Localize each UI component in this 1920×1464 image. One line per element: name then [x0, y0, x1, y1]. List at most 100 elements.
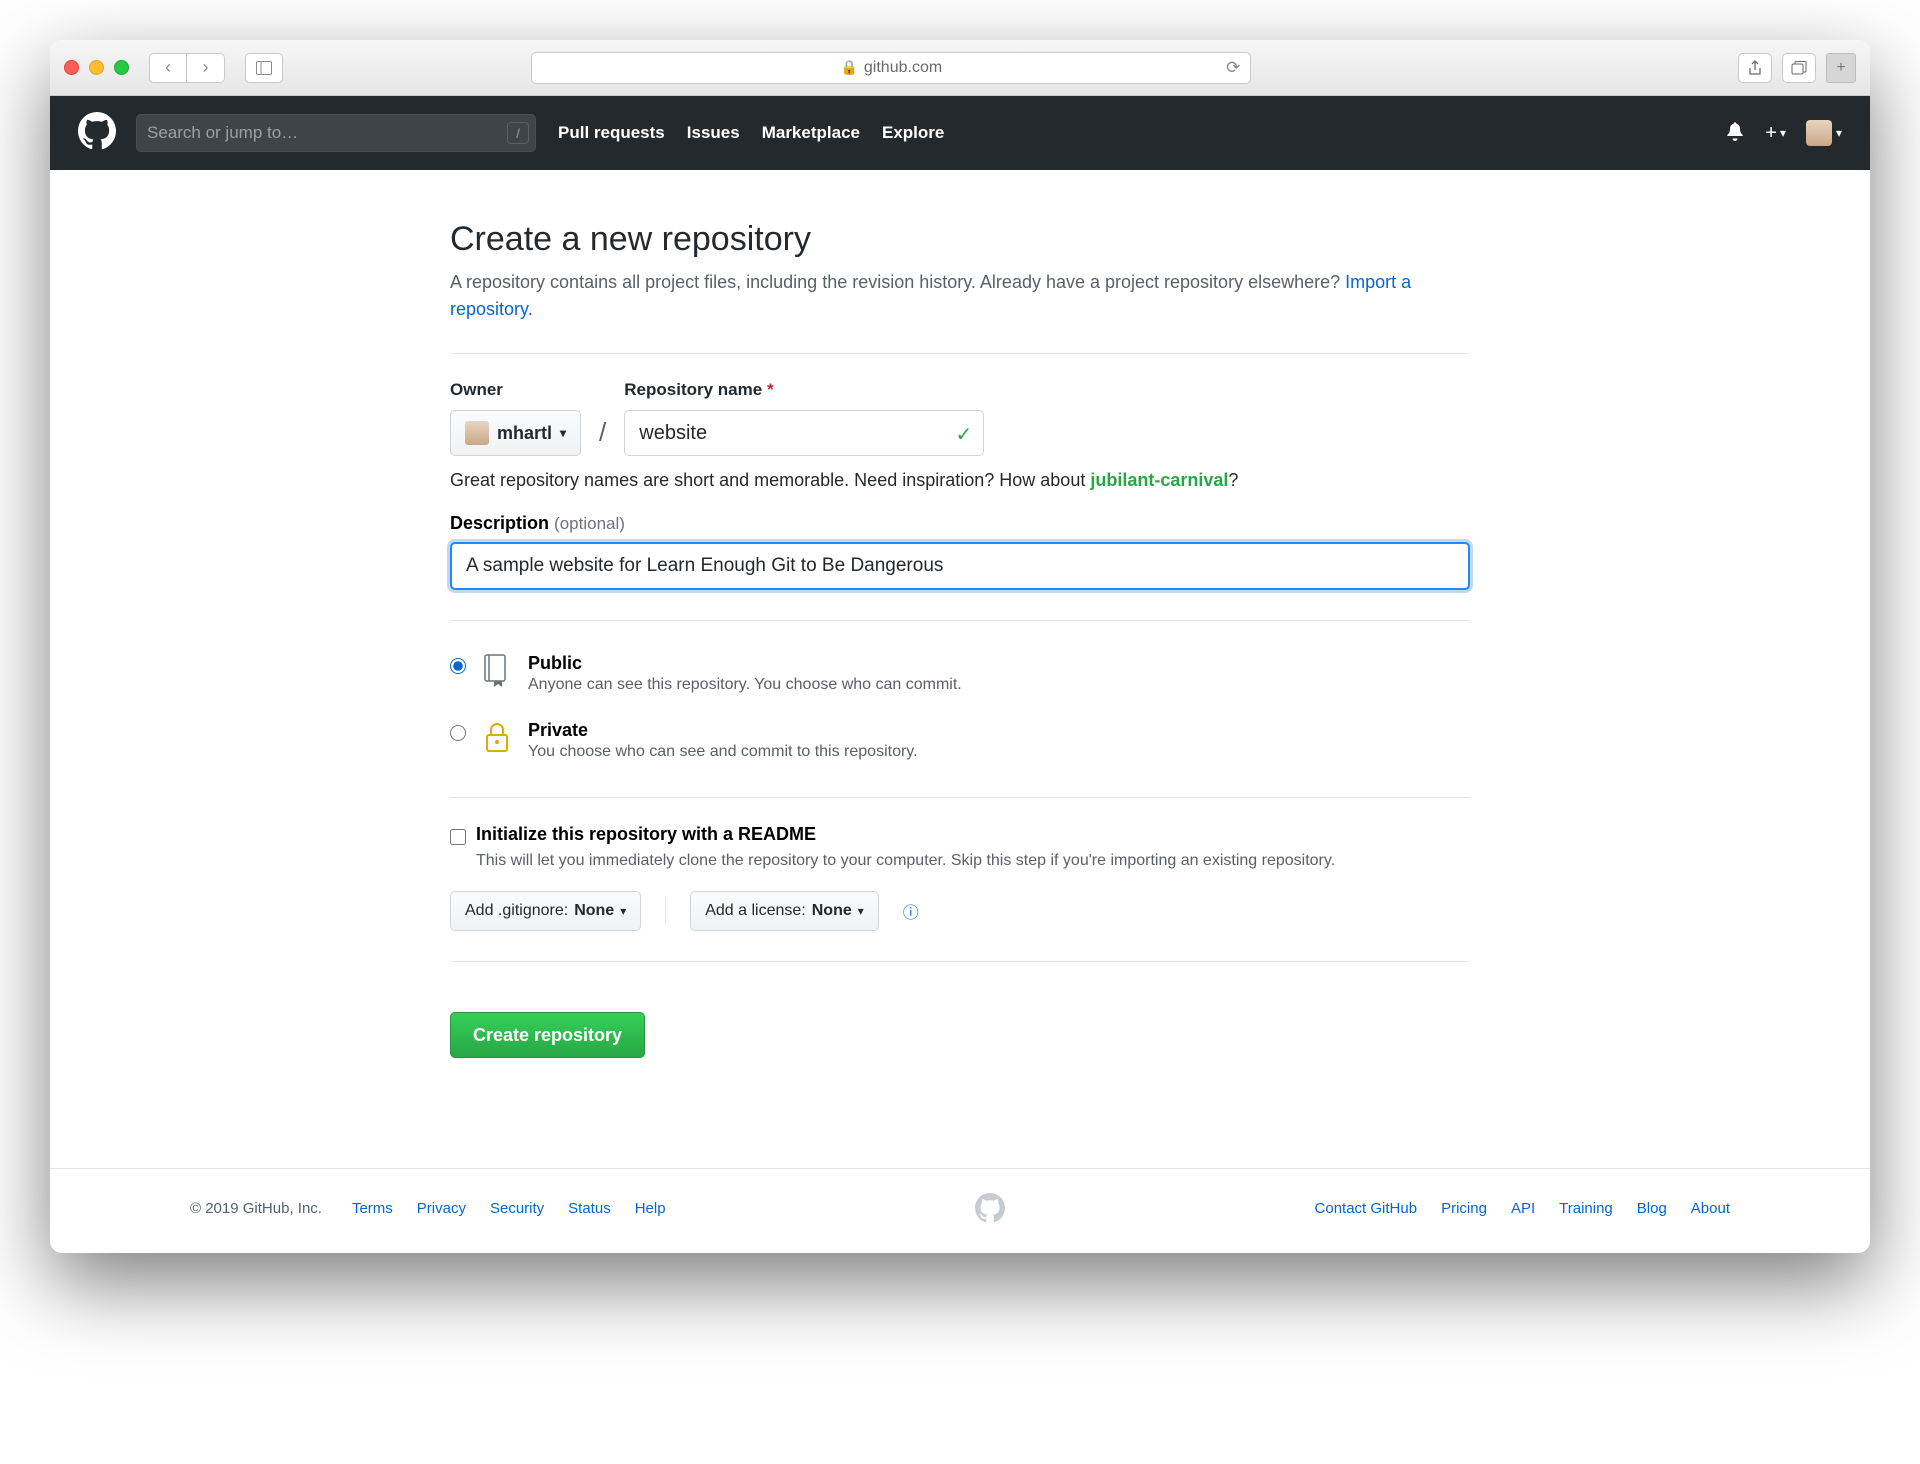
public-title: Public: [528, 653, 962, 674]
new-dropdown[interactable]: + ▾: [1765, 122, 1786, 145]
divider: [450, 620, 1470, 621]
subtitle-text: A repository contains all project files,…: [450, 272, 1345, 292]
maximize-window-button[interactable]: [114, 60, 129, 75]
owner-field: Owner mhartl ▾: [450, 380, 581, 456]
divider: [450, 797, 1470, 798]
license-select[interactable]: Add a license: None ▾: [690, 891, 879, 931]
chevron-down-icon: ▾: [560, 426, 566, 440]
close-window-button[interactable]: [64, 60, 79, 75]
url-text: github.com: [864, 59, 942, 77]
gitignore-label: Add .gitignore:: [465, 902, 568, 920]
bell-icon: [1725, 121, 1745, 141]
main-content: Create a new repository A repository con…: [450, 220, 1470, 1118]
name-suggestion[interactable]: jubilant-carnival: [1090, 470, 1228, 490]
footer-api[interactable]: API: [1511, 1200, 1535, 1217]
reponame-label: Repository name *: [624, 380, 984, 400]
chevron-down-icon: ▾: [858, 904, 864, 918]
required-indicator: *: [767, 380, 774, 399]
private-radio[interactable]: [450, 725, 466, 741]
plus-icon: +: [1765, 122, 1777, 145]
share-button[interactable]: [1738, 53, 1772, 83]
footer-training[interactable]: Training: [1559, 1200, 1613, 1217]
url-bar[interactable]: 🔒 github.com ⟳: [531, 52, 1251, 84]
footer-about[interactable]: About: [1691, 1200, 1730, 1217]
private-title: Private: [528, 720, 918, 741]
info-icon[interactable]: ⓘ: [903, 899, 919, 923]
public-desc: Anyone can see this repository. You choo…: [528, 676, 962, 694]
nav-issues[interactable]: Issues: [687, 123, 740, 143]
footer-logo[interactable]: [666, 1193, 1315, 1223]
window-controls: [64, 60, 129, 75]
page-title: Create a new repository: [450, 220, 1470, 259]
safari-right-controls: +: [1738, 53, 1856, 83]
create-repository-button[interactable]: Create repository: [450, 1012, 645, 1058]
github-icon: [975, 1193, 1005, 1223]
site-footer: © 2019 GitHub, Inc. Terms Privacy Securi…: [50, 1193, 1870, 1253]
avatar: [1806, 120, 1832, 146]
tabs-button[interactable]: [1782, 53, 1816, 83]
lock-icon: [480, 720, 514, 754]
search-input[interactable]: Search or jump to… /: [136, 114, 536, 152]
sidebar-icon: [256, 61, 272, 75]
slash-separator: /: [595, 417, 610, 456]
owner-repo-row: Owner mhartl ▾ / Repository name * ✓: [450, 380, 1470, 456]
sidebar-toggle-button[interactable]: [245, 53, 283, 83]
readme-option[interactable]: Initialize this repository with a README…: [450, 824, 1470, 873]
footer-status[interactable]: Status: [568, 1200, 611, 1217]
description-input[interactable]: [450, 542, 1470, 590]
gitignore-value: None: [574, 902, 614, 920]
lock-icon: 🔒: [840, 59, 857, 76]
search-placeholder: Search or jump to…: [147, 123, 298, 143]
nav-explore[interactable]: Explore: [882, 123, 944, 143]
footer-help[interactable]: Help: [635, 1200, 666, 1217]
name-hint: Great repository names are short and mem…: [450, 470, 1470, 491]
repository-name-input[interactable]: [624, 410, 984, 456]
footer-pricing[interactable]: Pricing: [1441, 1200, 1487, 1217]
slash-shortcut-icon: /: [507, 122, 529, 144]
github-logo[interactable]: [78, 112, 116, 155]
github-icon: [78, 112, 116, 150]
nav-pull-requests[interactable]: Pull requests: [558, 123, 665, 143]
copyright: © 2019 GitHub, Inc.: [190, 1200, 322, 1217]
owner-name: mhartl: [497, 423, 552, 444]
description-label-text: Description: [450, 513, 549, 533]
visibility-private-option[interactable]: Private You choose who can see and commi…: [450, 714, 1470, 767]
readme-checkbox[interactable]: [450, 829, 466, 845]
minimize-window-button[interactable]: [89, 60, 104, 75]
hint-prefix: Great repository names are short and mem…: [450, 470, 1090, 490]
public-radio[interactable]: [450, 658, 466, 674]
dropdown-row: Add .gitignore: None ▾ Add a license: No…: [450, 891, 1470, 931]
footer-right-links: Contact GitHub Pricing API Training Blog…: [1315, 1200, 1730, 1217]
safari-toolbar: ‹ › 🔒 github.com ⟳ +: [50, 40, 1870, 96]
check-icon: ✓: [956, 422, 973, 447]
gitignore-select[interactable]: Add .gitignore: None ▾: [450, 891, 641, 931]
footer-privacy[interactable]: Privacy: [417, 1200, 466, 1217]
owner-label: Owner: [450, 380, 581, 400]
hint-suffix: ?: [1228, 470, 1238, 490]
owner-avatar: [465, 421, 489, 445]
footer-contact[interactable]: Contact GitHub: [1315, 1200, 1418, 1217]
reponame-label-text: Repository name: [624, 380, 762, 399]
divider: [450, 353, 1470, 354]
nav-marketplace[interactable]: Marketplace: [762, 123, 860, 143]
divider: [665, 897, 666, 925]
new-tab-button[interactable]: +: [1826, 53, 1856, 83]
license-value: None: [812, 902, 852, 920]
chevron-down-icon: ▾: [1836, 126, 1842, 140]
browser-window: ‹ › 🔒 github.com ⟳ + Search or jump to…: [50, 40, 1870, 1253]
footer-security[interactable]: Security: [490, 1200, 544, 1217]
readme-title: Initialize this repository with a README: [476, 824, 1335, 845]
forward-button[interactable]: ›: [187, 53, 225, 83]
reload-icon[interactable]: ⟳: [1226, 58, 1240, 78]
visibility-public-option[interactable]: Public Anyone can see this repository. Y…: [450, 647, 1470, 700]
back-button[interactable]: ‹: [149, 53, 187, 83]
user-menu[interactable]: ▾: [1806, 120, 1842, 146]
notifications-button[interactable]: [1725, 121, 1745, 146]
chevron-down-icon: ▾: [1780, 126, 1786, 140]
reponame-field: Repository name * ✓: [624, 380, 984, 456]
owner-select[interactable]: mhartl ▾: [450, 410, 581, 456]
description-label: Description (optional): [450, 513, 1470, 534]
footer-terms[interactable]: Terms: [352, 1200, 393, 1217]
nav-buttons: ‹ ›: [149, 53, 225, 83]
footer-blog[interactable]: Blog: [1637, 1200, 1667, 1217]
